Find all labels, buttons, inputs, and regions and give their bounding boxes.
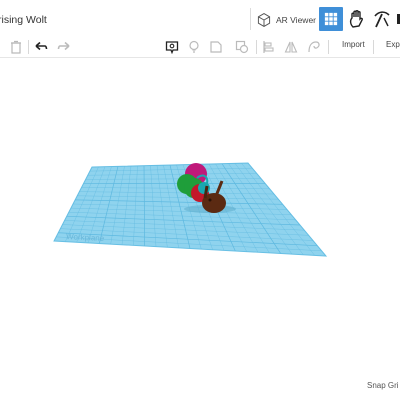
export-button[interactable]: Expo — [386, 40, 400, 49]
grid-view-button[interactable] — [319, 7, 343, 31]
mirror-icon — [284, 41, 298, 53]
redo-button[interactable] — [55, 38, 73, 56]
mirror-button[interactable] — [282, 38, 300, 56]
group-button[interactable] — [233, 38, 251, 56]
workspace-canvas[interactable]: Workplane — [0, 58, 400, 400]
undo-icon — [35, 41, 48, 51]
grid-view-icon — [324, 12, 338, 26]
shape-icon — [210, 41, 222, 53]
toolbar-divider — [373, 40, 374, 54]
undo-button[interactable] — [32, 38, 50, 56]
delete-button[interactable] — [7, 38, 25, 56]
light-button[interactable] — [185, 38, 203, 56]
title-divider — [250, 8, 251, 30]
align-icon — [263, 41, 274, 53]
hand-icon — [349, 10, 363, 28]
import-button[interactable]: Import — [342, 40, 365, 49]
title-bar: rising Wolt AR Viewer — [0, 0, 400, 38]
caterpillar-eye — [208, 198, 212, 202]
group-icon — [235, 40, 249, 54]
workplane-icon — [308, 41, 320, 53]
project-title[interactable]: rising Wolt — [0, 14, 47, 26]
edit-toolbar: Import Expo — [0, 37, 400, 58]
note-icon — [165, 41, 179, 54]
sim-mode-button[interactable] — [396, 9, 400, 29]
caterpillar-antenna — [203, 185, 209, 199]
workplane-view[interactable]: Workplane — [0, 58, 400, 400]
ar-viewer-label: AR Viewer — [276, 15, 316, 25]
ar-viewer-icon — [257, 13, 271, 27]
light-icon — [189, 40, 199, 53]
ar-viewer-button[interactable]: AR Viewer — [256, 9, 316, 31]
toolbar-divider — [256, 40, 257, 54]
blocks-mode-button[interactable] — [347, 9, 367, 29]
caterpillar-segment — [198, 182, 210, 194]
snap-grid-label[interactable]: Snap Gri — [367, 381, 399, 390]
bricks-mode-button[interactable] — [372, 9, 392, 29]
notes-button[interactable] — [163, 38, 181, 56]
redo-icon — [57, 41, 70, 51]
sim-icon — [397, 14, 400, 24]
align-button[interactable] — [259, 38, 277, 56]
pickaxe-icon — [374, 11, 390, 28]
toolbar-divider — [28, 40, 29, 54]
solid-hole-button[interactable] — [207, 38, 225, 56]
trash-icon — [11, 40, 21, 54]
toolbar-divider — [328, 40, 329, 54]
workplane-button[interactable] — [305, 38, 323, 56]
